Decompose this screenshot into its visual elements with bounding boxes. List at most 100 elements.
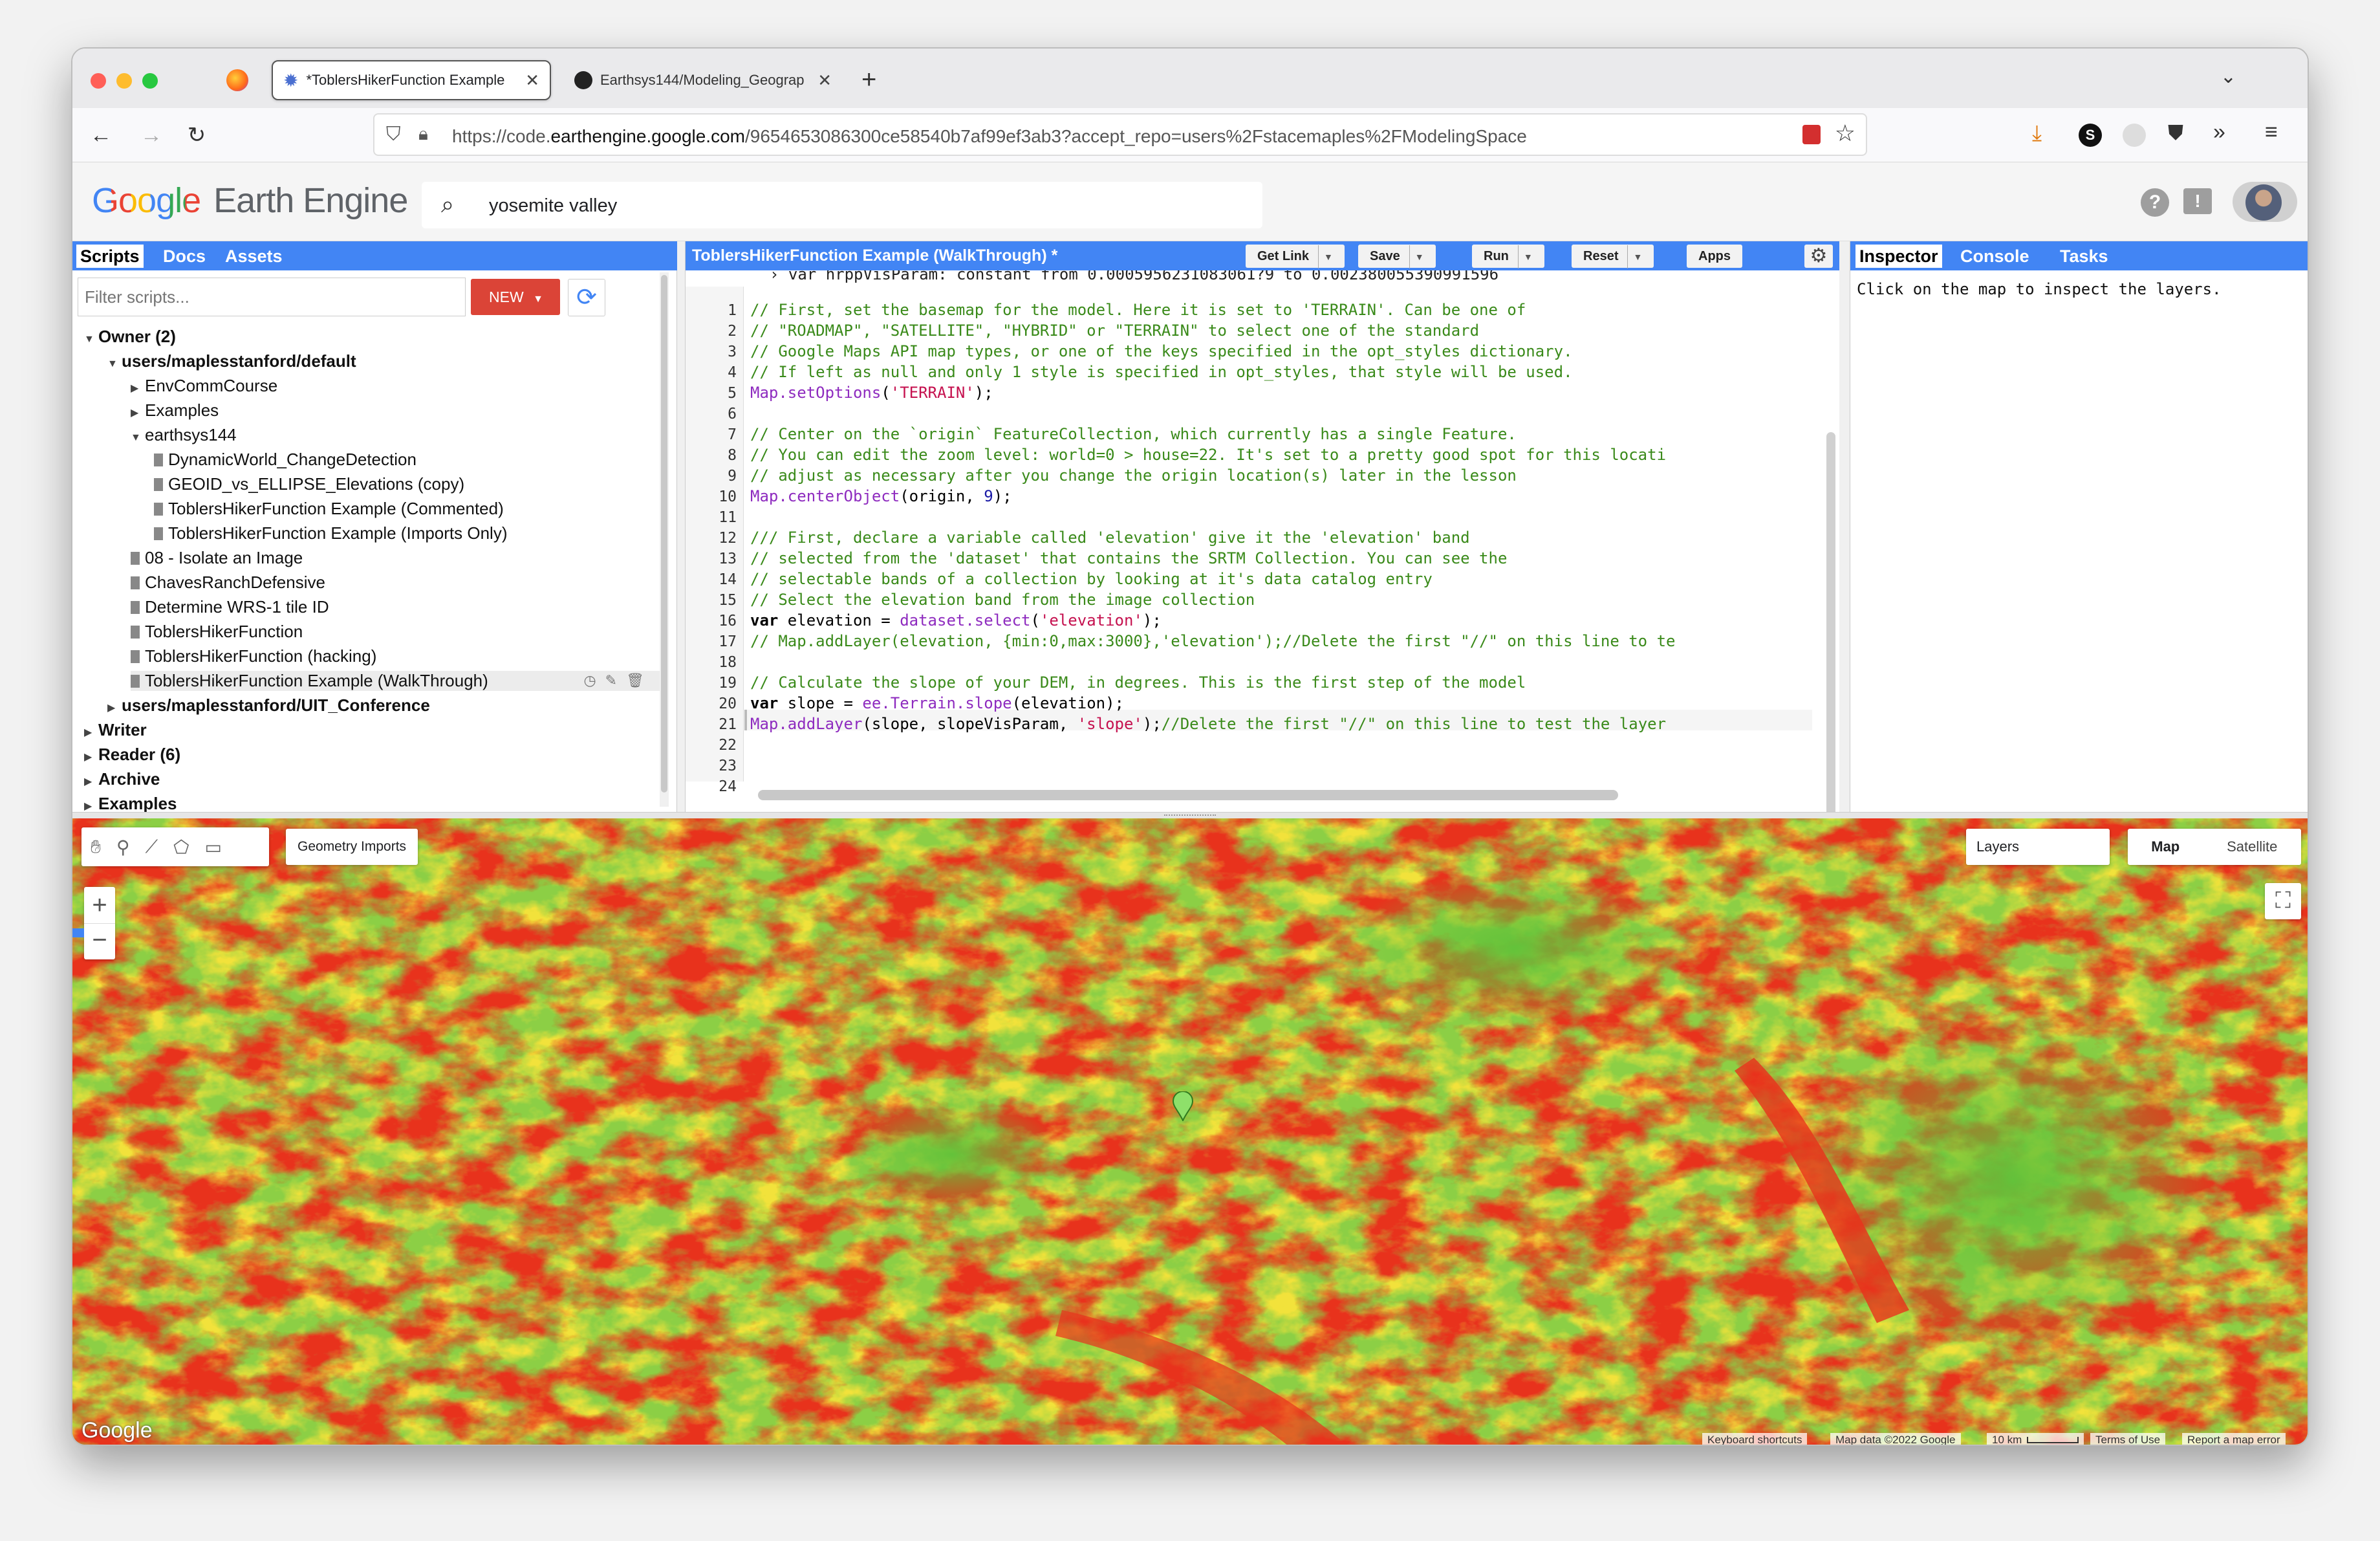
code-line[interactable]: // adjust as necessary after you change … <box>750 466 1517 485</box>
tree-scrollbar[interactable] <box>660 272 669 807</box>
menu-hamburger-icon[interactable]: ≡ <box>2265 120 2278 145</box>
maximize-window-button[interactable] <box>142 73 158 89</box>
left-splitter[interactable] <box>677 241 686 812</box>
script-folder-item[interactable]: ▶ Reader (6) <box>84 745 180 765</box>
editor-horizontal-scrollbar[interactable] <box>758 790 1618 800</box>
rectangle-tool-icon[interactable]: ▭ <box>204 836 221 858</box>
code-line[interactable]: // Calculate the slope of your DEM, in d… <box>750 673 1526 692</box>
code-line[interactable]: Map.setOptions('TERRAIN'); <box>750 384 993 402</box>
apps-button[interactable]: Apps <box>1687 245 1742 268</box>
map-type-satellite-button[interactable]: Satellite <box>2203 829 2301 865</box>
expanded-triangle-icon[interactable]: ▼ <box>84 334 94 345</box>
tab-earth-engine[interactable]: ✹ *ToblersHikerFunction Example ✕ <box>272 60 551 100</box>
file-icon[interactable] <box>131 552 140 565</box>
run-button[interactable]: Run ▼ <box>1472 245 1544 268</box>
tab-github[interactable]: Earthsys144/Modeling_Geograp ✕ <box>564 60 842 100</box>
report-map-error-link[interactable]: Report a map error <box>2182 1433 2286 1445</box>
code-line[interactable]: // "ROADMAP", "SATELLITE", "HYBRID" or "… <box>750 322 1479 340</box>
script-folder-item[interactable]: ▶ Examples <box>84 794 177 814</box>
geometry-imports-button[interactable]: Geometry Imports <box>286 829 418 865</box>
close-tab-icon[interactable]: ✕ <box>525 71 539 91</box>
map-splitter[interactable] <box>72 812 2308 818</box>
origin-marker-icon[interactable] <box>1172 1091 1194 1122</box>
polygon-tool-icon[interactable]: ⬠ <box>173 836 189 858</box>
avatar[interactable] <box>2245 184 2282 221</box>
code-line[interactable]: Map.centerObject(origin, 9); <box>750 487 1012 505</box>
file-icon[interactable] <box>154 527 163 540</box>
help-icon[interactable]: ? <box>2141 188 2169 217</box>
zoom-out-button[interactable]: − <box>84 923 115 959</box>
tab-inspector[interactable]: Inspector <box>1855 245 1942 268</box>
code-line[interactable]: // Google Maps API map types, or one of … <box>750 342 1573 360</box>
script-folder-item[interactable]: ▼ Owner (2) <box>84 327 176 347</box>
minimize-window-button[interactable] <box>116 73 132 89</box>
tracking-protection-icon[interactable]: ⛉ <box>386 124 401 146</box>
script-folder-item[interactable]: ▼ users/maplesstanford/default <box>107 351 356 371</box>
script-file-item[interactable]: GEOID_vs_ELLIPSE_Elevations (copy) <box>154 474 464 494</box>
script-file-item[interactable]: DynamicWorld_ChangeDetection <box>154 450 416 470</box>
code-line[interactable]: // First, set the basemap for the model.… <box>750 301 1526 319</box>
collapsed-triangle-icon[interactable]: ▶ <box>84 800 94 813</box>
line-tool-icon[interactable]: ⟋ <box>145 836 158 858</box>
places-search-box[interactable]: ⌕ yosemite valley <box>422 182 1262 228</box>
code-line[interactable]: // If left as null and only 1 style is s… <box>750 363 1573 381</box>
downloads-icon[interactable]: ⤓ <box>2032 121 2042 146</box>
layers-button[interactable]: Layers <box>1966 829 2110 865</box>
keyboard-shortcuts-link[interactable]: Keyboard shortcuts <box>1702 1433 1808 1445</box>
script-folder-item[interactable]: ▶ Archive <box>84 769 160 789</box>
more-tools-chevrons-icon[interactable]: » <box>2213 120 2225 145</box>
code-line[interactable]: var elevation = dataset.select('elevatio… <box>750 611 1162 629</box>
collapsed-triangle-icon[interactable]: ▶ <box>131 382 141 395</box>
script-folder-item[interactable]: ▼ earthsys144 <box>131 425 237 445</box>
script-file-item[interactable]: ToblersHikerFunction <box>131 622 303 642</box>
pan-hand-icon[interactable]: ✋︎ <box>91 836 101 858</box>
forward-arrow-icon[interactable]: → <box>137 121 166 149</box>
save-button[interactable]: Save ▼ <box>1358 245 1436 268</box>
filter-scripts-input[interactable] <box>78 278 466 316</box>
file-icon[interactable] <box>131 675 140 688</box>
file-icon[interactable] <box>154 503 163 516</box>
script-file-item[interactable]: 08 - Isolate an Image <box>131 548 303 568</box>
ublock-shield-icon[interactable]: ⛊ <box>2168 121 2183 146</box>
script-folder-item[interactable]: ▶ users/maplesstanford/UIT_Conference <box>107 695 430 716</box>
map-canvas[interactable]: ✋︎ ⚲ ⟋ ⬠ ▭ Geometry Imports + − Layers M… <box>72 818 2308 1445</box>
lock-icon[interactable]: 🔒︎ <box>418 124 428 145</box>
editor-vertical-scrollbar[interactable] <box>1826 432 1835 833</box>
script-file-item[interactable]: Determine WRS-1 tile ID <box>131 597 329 617</box>
code-line[interactable]: // selected from the 'dataset' that cont… <box>750 549 1507 567</box>
new-tab-plus-icon[interactable]: + <box>861 65 876 94</box>
search-input[interactable]: yosemite valley <box>489 195 617 217</box>
file-icon[interactable] <box>131 601 140 614</box>
list-tabs-chevron-icon[interactable]: ⌄ <box>2220 65 2236 88</box>
script-file-item[interactable]: ToblersHikerFunction Example (Imports On… <box>154 523 508 543</box>
reset-button[interactable]: Reset ▼ <box>1572 245 1654 268</box>
file-icon[interactable] <box>131 650 140 663</box>
extension-s-icon[interactable]: S <box>2079 124 2102 147</box>
terms-of-use-link[interactable]: Terms of Use <box>2090 1433 2166 1445</box>
script-file-item[interactable]: ToblersHikerFunction (hacking) <box>131 646 376 666</box>
tab-tasks[interactable]: Tasks <box>2056 245 2112 268</box>
script-folder-item[interactable]: ▶ EnvCommCourse <box>131 376 277 396</box>
code-line[interactable]: // Select the elevation band from the im… <box>750 591 1255 609</box>
code-line[interactable]: // selectable bands of a collection by l… <box>750 570 1433 588</box>
script-file-item[interactable]: ToblersHikerFunction Example (Commented) <box>154 499 504 519</box>
tab-docs[interactable]: Docs <box>159 245 210 268</box>
script-row-actions[interactable]: ◷✎🗑︎ <box>583 672 653 689</box>
collapsed-triangle-icon[interactable]: ▶ <box>84 775 94 788</box>
code-line[interactable]: // Map.addLayer(elevation, {min:0,max:30… <box>750 632 1675 650</box>
reload-icon[interactable]: ↻ <box>182 121 211 149</box>
refresh-scripts-icon[interactable]: ⟳ <box>568 279 605 316</box>
collapsed-triangle-icon[interactable]: ▶ <box>84 726 94 739</box>
tab-assets[interactable]: Assets <box>221 245 287 268</box>
zoom-in-button[interactable]: + <box>84 887 115 923</box>
tab-scripts[interactable]: Scripts <box>76 245 144 268</box>
extension-circle-icon[interactable] <box>2123 124 2146 147</box>
expanded-triangle-icon[interactable]: ▼ <box>107 358 118 370</box>
earth-engine-logo[interactable]: Google Earth Engine <box>92 180 408 221</box>
collapsed-triangle-icon[interactable]: ▶ <box>107 701 118 714</box>
script-file-item[interactable]: ToblersHikerFunction Example (WalkThroug… <box>131 671 660 691</box>
back-arrow-icon[interactable]: ← <box>87 121 115 149</box>
map-type-map-button[interactable]: Map <box>2128 829 2203 865</box>
file-icon[interactable] <box>154 478 163 491</box>
get-link-button[interactable]: Get Link ▼ <box>1246 245 1345 268</box>
